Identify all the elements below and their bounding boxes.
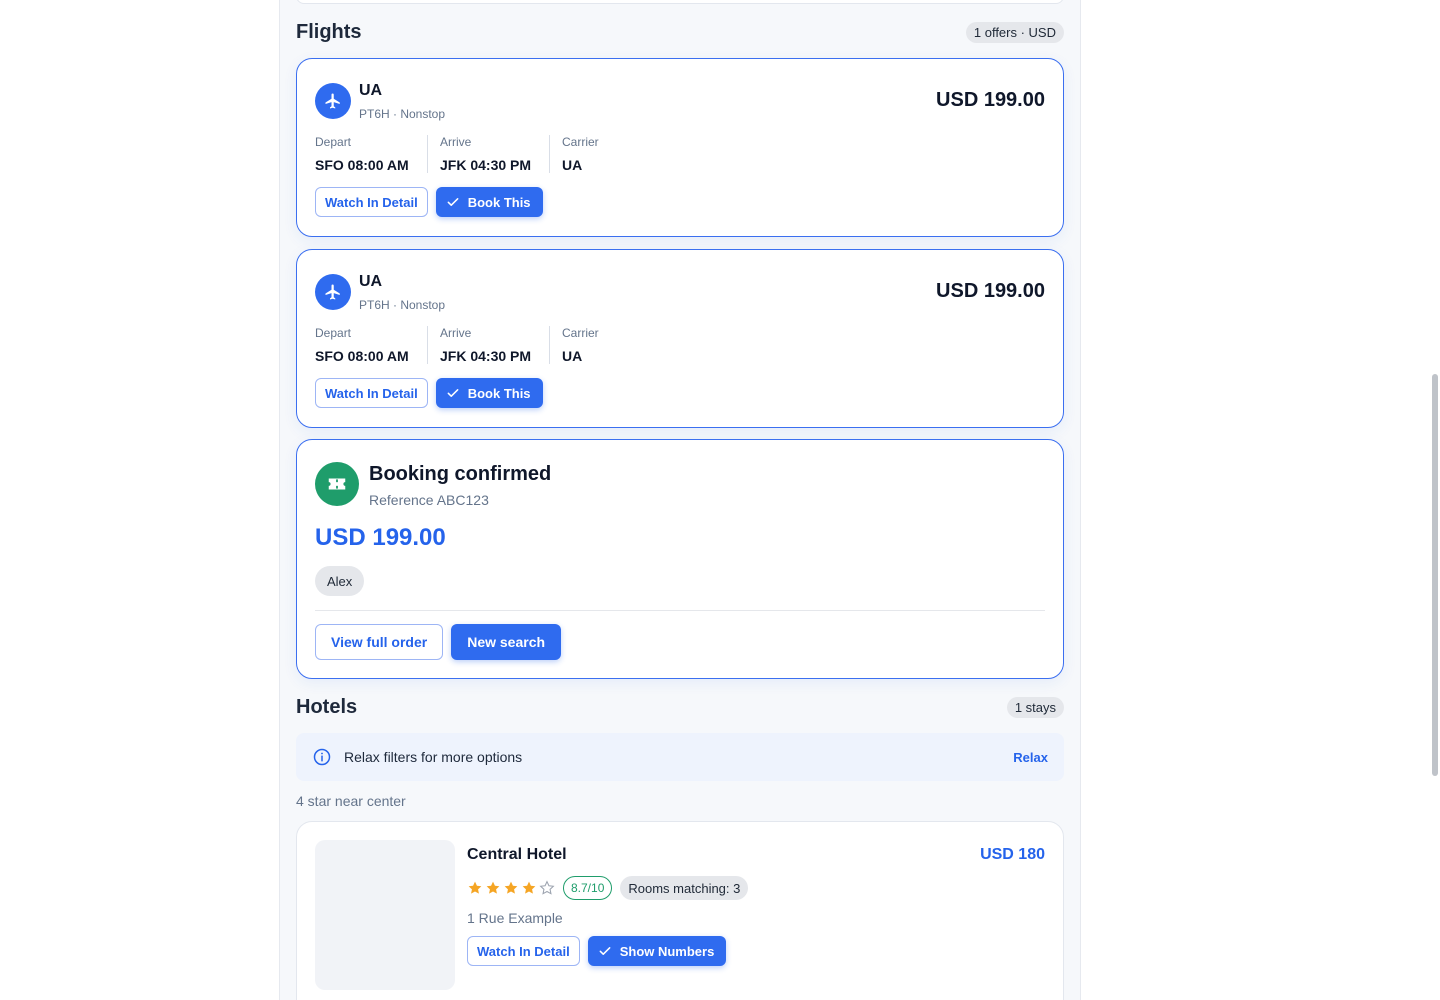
info-icon (313, 748, 331, 766)
star-filled-icon (522, 881, 536, 894)
book-this-label: Book This (467, 194, 531, 210)
ticket-icon (315, 462, 359, 506)
hotel-search-query: 4 star near center (296, 793, 406, 809)
hotel-meta: 8.7/10 Rooms matching: 3 (467, 876, 749, 900)
arrive-label: Arrive (440, 326, 472, 340)
carrier-stat: Carrier UA (549, 135, 611, 173)
check-icon (599, 947, 611, 955)
arrive-value: JFK 04:30 PM (440, 348, 532, 364)
arrive-value: JFK 04:30 PM (440, 157, 532, 173)
star-filled-icon (468, 881, 482, 894)
scrollbar-thumb[interactable] (1432, 374, 1438, 776)
watch-in-detail-button[interactable]: Watch In Detail (467, 936, 580, 966)
book-this-button[interactable]: Book This (435, 378, 543, 408)
traveler-chip: Alex (315, 566, 365, 596)
carrier-label: Carrier (562, 135, 599, 149)
flight-offer-card[interactable]: UA PT6H · Nonstop USD 199.00 Depart SFO … (296, 249, 1064, 428)
review-score-badge: 8.7/10 (563, 876, 613, 900)
arrive-stat: Arrive JFK 04:30 PM (427, 135, 549, 173)
booking-title: Booking confirmed (369, 463, 552, 485)
depart-label: Depart (315, 326, 352, 340)
star-filled-icon (504, 881, 518, 894)
carrier-label: Carrier (562, 326, 599, 340)
star-rating (467, 880, 555, 896)
flight-actions: Watch In Detail Book This (315, 187, 543, 217)
star-empty-icon (539, 880, 555, 895)
carrier-stat: Carrier UA (549, 326, 611, 364)
divider (315, 610, 1045, 611)
watch-in-detail-button[interactable]: Watch In Detail (315, 187, 428, 217)
relax-button[interactable]: Relax (1013, 750, 1048, 765)
flights-header: Flights 1 offers · USD (296, 19, 1064, 45)
flight-offer-card[interactable]: UA PT6H · Nonstop USD 199.00 Depart SFO … (296, 58, 1064, 237)
relax-filters-banner: Relax filters for more options Relax (296, 733, 1064, 781)
hotels-title: Hotels (296, 695, 358, 718)
hotel-actions: Watch In Detail Show Numbers (467, 936, 727, 966)
relax-filters-message: Relax filters for more options (344, 749, 523, 765)
hotel-name: Central Hotel (467, 846, 567, 863)
hotel-price: USD 180 (980, 846, 1045, 863)
flights-title: Flights (296, 20, 362, 43)
hotels-header: Hotels 1 stays (296, 694, 1064, 720)
show-numbers-button[interactable]: Show Numbers (587, 936, 727, 966)
depart-stat: Depart SFO 08:00 AM (315, 326, 427, 364)
flight-actions: Watch In Detail Book This (315, 378, 543, 408)
airplane-icon (315, 274, 351, 310)
carrier-value: UA (562, 157, 583, 173)
star-filled-icon (486, 881, 500, 894)
book-this-label: Book This (467, 385, 531, 401)
watch-in-detail-button[interactable]: Watch In Detail (315, 378, 428, 408)
carrier-value: UA (562, 348, 583, 364)
hotels-count-badge: 1 stays (1006, 696, 1064, 718)
hotel-address: 1 Rue Example (467, 910, 563, 926)
flight-duration-stops: PT6H · Nonstop (359, 107, 446, 121)
previous-card-edge (296, 0, 1064, 4)
booking-confirmation-card: Booking confirmed Reference ABC123 USD 1… (296, 439, 1064, 679)
booking-actions: View full order New search (315, 624, 562, 660)
flight-price: USD 199.00 (936, 280, 1045, 302)
book-this-button[interactable]: Book This (435, 187, 543, 217)
new-search-button[interactable]: New search (451, 624, 562, 660)
check-icon (447, 389, 459, 397)
hotel-card[interactable]: Central Hotel USD 180 8.7/10 Rooms match… (296, 821, 1064, 1000)
hotel-image-placeholder (315, 840, 455, 990)
depart-label: Depart (315, 135, 352, 149)
show-numbers-label: Show Numbers (619, 943, 715, 959)
arrive-label: Arrive (440, 135, 472, 149)
airplane-icon (315, 83, 351, 119)
depart-value: SFO 08:00 AM (315, 348, 409, 364)
rooms-matching-badge: Rooms matching: 3 (620, 876, 749, 900)
check-icon (447, 198, 459, 206)
flight-details: Depart SFO 08:00 AM Arrive JFK 04:30 PM … (315, 135, 611, 173)
flights-count-badge: 1 offers · USD (965, 21, 1064, 43)
flight-price: USD 199.00 (936, 89, 1045, 111)
flight-details: Depart SFO 08:00 AM Arrive JFK 04:30 PM … (315, 326, 611, 364)
airline-code: UA (359, 273, 383, 290)
arrive-stat: Arrive JFK 04:30 PM (427, 326, 549, 364)
airline-code: UA (359, 82, 383, 99)
depart-value: SFO 08:00 AM (315, 157, 409, 173)
flight-duration-stops: PT6H · Nonstop (359, 298, 446, 312)
view-full-order-button[interactable]: View full order (315, 624, 444, 660)
booking-total: USD 199.00 (315, 524, 446, 551)
booking-reference: Reference ABC123 (369, 492, 489, 508)
depart-stat: Depart SFO 08:00 AM (315, 135, 427, 173)
